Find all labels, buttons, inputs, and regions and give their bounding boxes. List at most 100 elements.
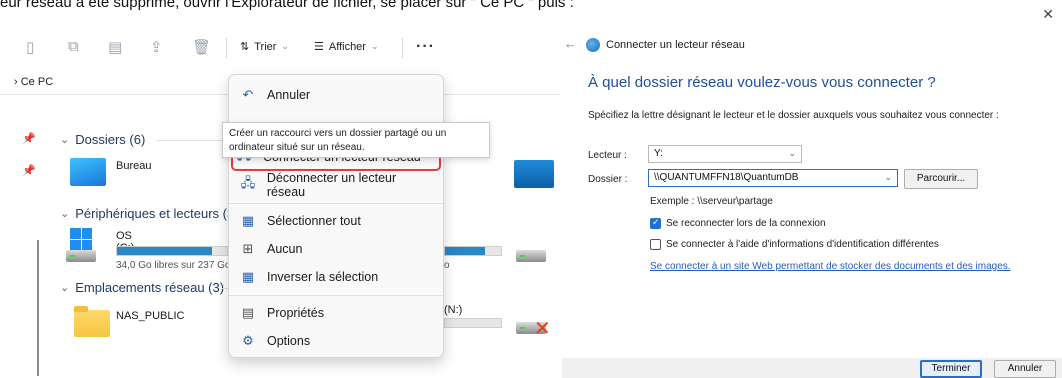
- menu-item-label: Déconnecter un lecteur réseau: [266, 171, 397, 199]
- section-network[interactable]: ⌄ Emplacements réseau (3): [60, 280, 224, 295]
- finish-button[interactable]: Terminer: [920, 360, 982, 378]
- chevron-down-icon: ⌄: [60, 134, 70, 146]
- delete-icon[interactable]: 🗑: [192, 38, 211, 56]
- undo-icon: ↶: [242, 87, 254, 102]
- pictures-folder-icon[interactable]: [514, 160, 554, 188]
- chevron-down-icon: ⌄: [60, 282, 70, 294]
- other-credentials-label: Se connecter à l'aide d'informations d'i…: [666, 239, 939, 250]
- network-drive-label: (N:): [444, 304, 463, 316]
- menu-separator: [229, 203, 443, 204]
- drive-letter-value: Y:: [654, 148, 663, 159]
- copy-icon[interactable]: ⧉: [68, 38, 79, 55]
- folder-icon: [74, 306, 110, 337]
- dialog-heading: À quel dossier réseau voulez-vous vous c…: [588, 74, 936, 91]
- toolbar-separator: [402, 38, 403, 58]
- dialog-title-label: Connecter un lecteur réseau: [606, 39, 745, 51]
- pin-icon: 📌: [22, 133, 36, 145]
- invert-selection-icon: ▦: [241, 269, 255, 284]
- section-folders-label: Dossiers (6): [75, 132, 146, 147]
- chevron-down-icon: ⌄: [281, 41, 289, 51]
- menu-item-undo[interactable]: ↶ Annuler: [237, 81, 437, 109]
- menu-item-label: Annuler: [267, 88, 311, 102]
- menu-item-select-none[interactable]: ⊞ Aucun: [237, 235, 437, 263]
- drive-letter-label: Lecteur :: [588, 150, 627, 161]
- reconnect-option[interactable]: Se reconnecter lors de la connexion: [650, 217, 826, 229]
- view-label: Afficher: [328, 40, 366, 53]
- navigation-pane-border: [37, 240, 39, 376]
- drive-usage-fill: [445, 247, 486, 255]
- dialog-description: Spécifiez la lettre désignant le lecteur…: [588, 110, 999, 121]
- paste-icon[interactable]: ▤: [108, 38, 122, 56]
- menu-item-invert-selection[interactable]: ▦ Inverser la sélection: [237, 263, 437, 291]
- sort-icon: ⇅: [240, 41, 250, 53]
- menu-item-label: Inverser la sélection: [267, 270, 379, 284]
- chevron-down-icon: ⌄: [788, 148, 796, 158]
- menu-item-label: Propriétés: [267, 306, 324, 320]
- error-x-icon: ✕: [534, 318, 551, 340]
- menu-item-select-all[interactable]: ▦ Sélectionner tout: [237, 207, 437, 235]
- section-folders[interactable]: ⌄ Dossiers (6): [60, 132, 145, 147]
- windows-drive-icon: [70, 228, 92, 250]
- desktop-folder-icon: [70, 158, 106, 186]
- new-icon[interactable]: ▯: [26, 38, 34, 56]
- network-location-label: NAS_PUBLIC: [116, 310, 185, 322]
- more-options-button[interactable]: ···: [416, 38, 435, 56]
- map-network-drive-dialog: ← Connecter un lecteur réseau À quel dos…: [562, 18, 1062, 378]
- dialog-title: Connecter un lecteur réseau: [586, 38, 745, 52]
- address-label: Ce PC: [20, 76, 54, 88]
- chevron-down-icon: ⌄: [884, 172, 892, 182]
- menu-item-label: Options: [267, 334, 311, 348]
- menu-item-options[interactable]: ⚙ Options: [237, 327, 437, 355]
- view-button[interactable]: ☰ Afficher ⌄: [314, 40, 379, 54]
- share-icon[interactable]: ⇪: [150, 38, 163, 56]
- drive-free-space: 34,0 Go libres sur 237 Go: [116, 260, 231, 271]
- address-breadcrumb[interactable]: › Ce PC: [14, 76, 53, 88]
- drive-usage-fill: [117, 247, 212, 255]
- dialog-footer: Terminer Annuler: [562, 358, 1062, 378]
- network-drive-icon: [586, 38, 600, 52]
- reconnect-checkbox[interactable]: [650, 217, 661, 229]
- drive-free-space: o: [444, 260, 450, 271]
- menu-separator: [229, 295, 443, 296]
- toolbar-separator: [226, 38, 227, 58]
- pin-icon: 📌: [22, 165, 36, 177]
- folder-path-input[interactable]: \\QUANTUMFFN18\QuantumDB ⌄: [648, 169, 898, 187]
- instruction-text: eur réseau a été supprimé, ouvrir l'Expl…: [0, 0, 574, 11]
- cancel-button[interactable]: Annuler: [994, 360, 1056, 378]
- hard-drive-icon: [66, 250, 96, 262]
- folder-label: Bureau: [116, 160, 152, 172]
- drive-usage-bar: [116, 246, 228, 256]
- drive-letter-select[interactable]: Y: ⌄: [648, 145, 802, 163]
- folder-label: Dossier :: [588, 174, 628, 185]
- back-arrow-icon[interactable]: ←: [564, 36, 577, 51]
- tooltip: Créer un raccourci vers un dossier parta…: [222, 122, 490, 158]
- menu-item-disconnect-network-drive[interactable]: 🖧 Déconnecter un lecteur réseau: [237, 171, 437, 199]
- section-devices[interactable]: ⌄ Périphériques et lecteurs (3: [60, 206, 234, 221]
- drive-usage-bar: [444, 318, 502, 328]
- options-icon: ⚙: [242, 333, 254, 348]
- other-credentials-option[interactable]: Se connecter à l'aide d'informations d'i…: [650, 239, 939, 250]
- menu-item-properties[interactable]: ▤ Propriétés: [237, 299, 437, 327]
- sort-label: Trier: [254, 40, 277, 53]
- section-devices-label: Périphériques et lecteurs (3: [75, 206, 235, 221]
- view-icon: ☰: [314, 41, 324, 53]
- section-network-label: Emplacements réseau (3): [75, 280, 225, 295]
- website-storage-link[interactable]: Se connecter à un site Web permettant de…: [650, 261, 1011, 272]
- folder-path-value: \\QUANTUMFFN18\QuantumDB: [654, 172, 799, 183]
- sort-button[interactable]: ⇅ Trier ⌄: [240, 40, 289, 54]
- chevron-down-icon: ⌄: [60, 208, 70, 220]
- chevron-right-icon: ›: [14, 76, 18, 88]
- context-menu: ↶ Annuler 🖧 Connecter un lecteur réseau …: [228, 74, 444, 358]
- drive-usage-bar: [444, 246, 502, 256]
- chevron-down-icon: ⌄: [370, 41, 379, 51]
- menu-item-label: Aucun: [267, 242, 303, 256]
- properties-icon: ▤: [241, 305, 255, 320]
- path-example: Exemple : \\serveur\partage: [650, 196, 773, 207]
- reconnect-label: Se reconnecter lors de la connexion: [666, 218, 826, 229]
- browse-button[interactable]: Parcourir...: [904, 169, 978, 189]
- select-all-icon: ▦: [241, 213, 255, 228]
- hard-drive-icon[interactable]: [516, 250, 546, 262]
- other-credentials-checkbox[interactable]: [650, 239, 661, 250]
- menu-item-label: Sélectionner tout: [267, 214, 361, 228]
- select-none-icon: ⊞: [242, 241, 254, 256]
